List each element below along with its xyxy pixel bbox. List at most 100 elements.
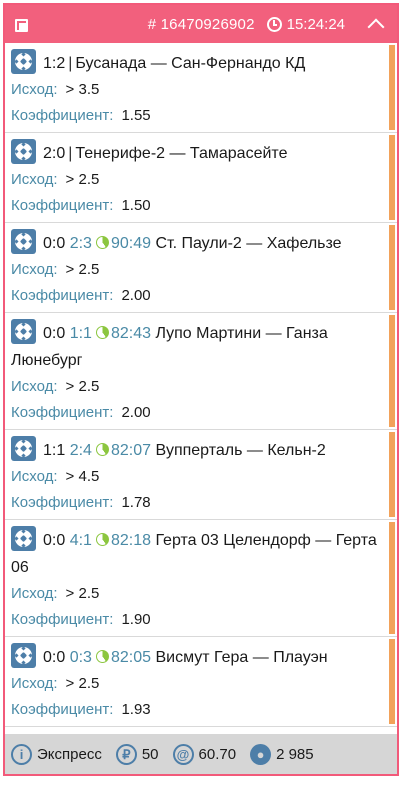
outcome-line: Исход: > 4.5	[11, 464, 383, 490]
coefficient-line: Коэффициент: 1.93	[11, 697, 383, 726]
outcome-line: Исход: > 2.5	[11, 257, 383, 283]
coefficient-value: 1.93	[121, 701, 151, 718]
match-clock: 82:18	[110, 532, 151, 549]
copy-icon[interactable]	[15, 17, 29, 32]
match-progress-icon	[95, 236, 109, 249]
event-title: 0:0 0:3 82:05 Висмут Гера — Плауэн	[11, 643, 383, 671]
event-score: 0:0	[43, 235, 66, 252]
status-bar	[389, 522, 395, 634]
event-title: 0:0 2:3 90:49 Ст. Паули-2 — Хафельзе	[11, 229, 383, 257]
outcome-value: > 2.5	[65, 675, 100, 692]
event-teams: Вупперталь — Кельн-2	[155, 442, 326, 459]
outcome-label: Исход:	[11, 261, 58, 278]
event-row[interactable]: 2:0 | Тенерифе-2 — Тамарасейте Исход: > 2.5 К…	[5, 133, 397, 223]
match-clock: 90:49	[110, 235, 151, 252]
event-teams: Тенерифе-2 — Тамарасейте	[75, 145, 288, 162]
separator: |	[68, 145, 73, 162]
coefficient-value: 1.78	[121, 494, 151, 511]
match-progress-icon	[95, 443, 109, 456]
info-icon[interactable]: i	[11, 743, 32, 765]
event-score: 0:0	[43, 532, 66, 549]
event-row[interactable]: 0:0 2:3 90:49 Ст. Паули-2 — Хафельзе Исход…	[5, 223, 397, 313]
event-row[interactable]: 1:2 | Бусанада — Сан-Фернандо КД Исход: > 3.…	[5, 43, 397, 133]
coefficient-value: 2.00	[121, 404, 151, 421]
event-row[interactable]: 0:0 1:1 82:43 Лупо Мартини — Ганза Люнебу…	[5, 313, 397, 430]
bet-type: Экспресс	[37, 745, 102, 763]
coefficient-label: Коэффициент:	[11, 611, 114, 628]
bet-id: # 16470926902	[147, 15, 255, 33]
total-coefficient: 60.70	[198, 745, 237, 763]
outcome-value: > 2.5	[65, 378, 100, 395]
event-score: 2:0	[43, 145, 66, 162]
status-bar	[389, 45, 395, 130]
soccer-ball-icon	[11, 319, 36, 344]
event-teams: Бусанада — Сан-Фернандо КД	[75, 55, 306, 72]
coefficient-label: Коэффициент:	[11, 287, 114, 304]
bet-footer: i Экспресс ₽ 50 @ 60.70 ● 2 985	[5, 734, 397, 774]
status-bar	[389, 135, 395, 220]
match-clock: 82:43	[110, 325, 151, 342]
coefficient-value: 1.50	[121, 197, 151, 214]
coefficient-line: Коэффициент: 2.00	[11, 283, 383, 312]
ruble-icon: ₽	[115, 743, 137, 765]
stake-amount: 50	[141, 745, 159, 763]
event-title: 1:1 2:4 82:07 Вупперталь — Кельн-2	[11, 436, 383, 464]
outcome-line: Исход: > 3.5	[11, 77, 383, 103]
bet-time: 15:24:24	[286, 15, 345, 33]
bet-header: # 16470926902 15:24:24	[5, 5, 397, 43]
event-row[interactable]: 0:0 0:3 82:05 Висмут Гера — Плауэн Исход: >…	[5, 637, 397, 727]
coefficient-value: 1.90	[121, 611, 151, 628]
event-row[interactable]: 0:0 4:1 82:18 Герта 03 Целендорф — Герта …	[5, 520, 397, 637]
coefficient-label: Коэффициент:	[11, 197, 114, 214]
live-score: 2:4	[69, 442, 92, 459]
status-bar	[389, 225, 395, 310]
live-score: 1:1	[69, 325, 92, 342]
outcome-value: > 2.5	[65, 585, 100, 602]
coefficient-label: Коэффициент:	[11, 404, 114, 421]
outcome-line: Исход: > 2.5	[11, 374, 383, 400]
outcome-value: > 3.5	[65, 81, 100, 98]
status-bar	[389, 315, 395, 427]
soccer-ball-icon	[11, 436, 36, 461]
match-clock: 82:05	[110, 649, 151, 666]
event-title: 1:2 | Бусанада — Сан-Фернандо КД	[11, 49, 383, 77]
bet-card: # 16470926902 15:24:24 1:2 | Бусанада — Са…	[3, 3, 399, 776]
soccer-ball-icon	[11, 49, 36, 74]
soccer-ball-icon	[11, 229, 36, 254]
outcome-line: Исход: > 2.5	[11, 671, 383, 697]
event-title: 2:0 | Тенерифе-2 — Тамарасейте	[11, 139, 383, 167]
outcome-label: Исход:	[11, 468, 58, 485]
live-score: 4:1	[69, 532, 92, 549]
soccer-ball-icon	[11, 139, 36, 164]
event-row[interactable]: 1:1 2:4 82:07 Вупперталь — Кельн-2 Исход: >…	[5, 430, 397, 520]
event-score: 1:1	[43, 442, 66, 459]
coefficient-label: Коэффициент:	[11, 494, 114, 511]
coefficient-value: 2.00	[121, 287, 151, 304]
event-score: 1:2	[43, 55, 66, 72]
outcome-value: > 4.5	[65, 468, 100, 485]
coefficient-line: Коэффициент: 2.00	[11, 400, 383, 429]
event-teams: Ст. Паули-2 — Хафельзе	[155, 235, 342, 252]
outcome-line: Исход: > 2.5	[11, 581, 383, 607]
status-bar	[389, 639, 395, 724]
outcome-label: Исход:	[11, 585, 58, 602]
coefficient-line: Коэффициент: 1.78	[11, 490, 383, 519]
outcome-value: > 2.5	[65, 261, 100, 278]
outcome-line: Исход: > 2.5	[11, 167, 383, 193]
event-title: 0:0 1:1 82:43 Лупо Мартини — Ганза Люнебу…	[11, 319, 383, 374]
chevron-up-icon[interactable]	[363, 11, 389, 37]
soccer-ball-icon	[11, 643, 36, 668]
event-score: 0:0	[43, 325, 66, 342]
outcome-label: Исход:	[11, 81, 58, 98]
at-icon: @	[172, 743, 194, 765]
event-teams: Висмут Гера — Плауэн	[155, 649, 328, 666]
separator: |	[68, 55, 73, 72]
payout-amount: 2 985	[276, 745, 314, 763]
outcome-label: Исход:	[11, 675, 58, 692]
coefficient-line: Коэффициент: 1.90	[11, 607, 383, 636]
soccer-ball-icon	[11, 526, 36, 551]
match-clock: 82:07	[110, 442, 151, 459]
coefficient-value: 1.55	[121, 107, 151, 124]
event-score: 0:0	[43, 649, 66, 666]
event-teams: Герта 03 Целендорф — Герта 06	[11, 532, 377, 576]
